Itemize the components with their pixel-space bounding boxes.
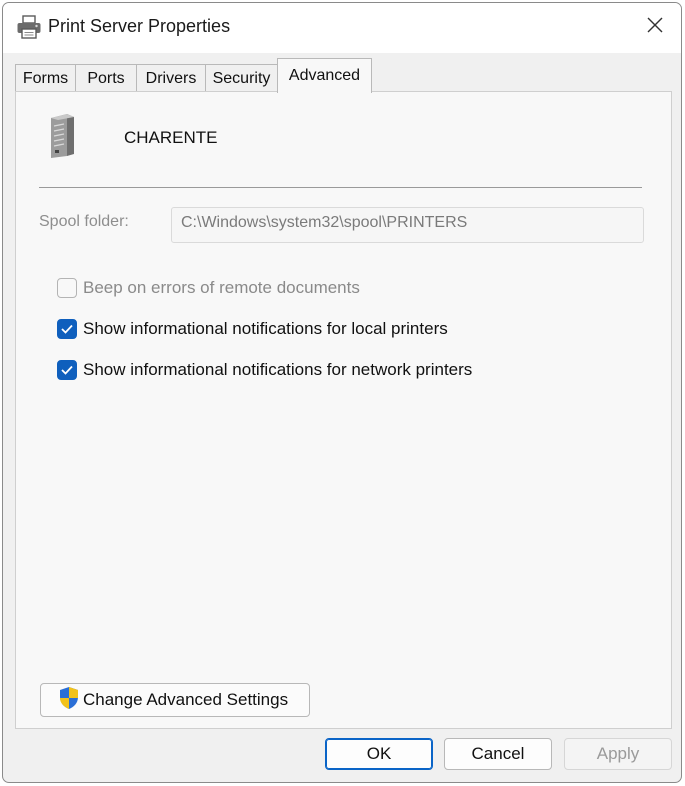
apply-button[interactable]: Apply xyxy=(564,738,672,770)
uac-shield-icon xyxy=(58,686,80,715)
network-notifications-checkbox[interactable] xyxy=(57,360,77,380)
local-notifications-option[interactable]: Show informational notifications for loc… xyxy=(57,319,448,339)
network-notifications-label: Show informational notifications for net… xyxy=(83,360,473,379)
tab-drivers[interactable]: Drivers xyxy=(136,64,206,92)
local-notifications-label: Show informational notifications for loc… xyxy=(83,319,448,338)
spool-folder-label: Spool folder: xyxy=(39,213,129,230)
ok-button[interactable]: OK xyxy=(325,738,433,770)
change-advanced-settings-button[interactable]: Change Advanced Settings xyxy=(40,683,310,717)
close-icon xyxy=(647,17,663,38)
tab-ports[interactable]: Ports xyxy=(75,64,137,92)
divider xyxy=(39,187,642,188)
tab-advanced[interactable]: Advanced xyxy=(277,58,372,93)
title-bar: Print Server Properties xyxy=(3,3,681,53)
close-button[interactable] xyxy=(637,9,673,45)
network-notifications-option[interactable]: Show informational notifications for net… xyxy=(57,360,472,380)
tab-forms[interactable]: Forms xyxy=(15,64,76,92)
checkmark-icon xyxy=(61,324,73,334)
tab-strip: Forms Ports Drivers Security Advanced xyxy=(15,58,675,93)
cancel-button[interactable]: Cancel xyxy=(444,738,552,770)
beep-on-errors-option[interactable]: Beep on errors of remote documents xyxy=(57,278,360,298)
print-server-properties-dialog: Print Server Properties Forms Ports Driv… xyxy=(2,2,682,783)
tab-security[interactable]: Security xyxy=(205,64,278,92)
server-icon xyxy=(47,112,77,160)
checkmark-icon xyxy=(61,365,73,375)
printer-icon xyxy=(16,15,42,39)
server-name: CHARENTE xyxy=(124,128,218,147)
local-notifications-checkbox[interactable] xyxy=(57,319,77,339)
spool-folder-field: C:\Windows\system32\spool\PRINTERS xyxy=(171,207,644,243)
beep-on-errors-label: Beep on errors of remote documents xyxy=(83,278,360,297)
beep-on-errors-checkbox[interactable] xyxy=(57,278,77,298)
change-advanced-settings-label: Change Advanced Settings xyxy=(83,690,289,709)
window-title: Print Server Properties xyxy=(48,16,231,36)
advanced-tab-panel: CHARENTE Spool folder: C:\Windows\system… xyxy=(15,91,672,729)
